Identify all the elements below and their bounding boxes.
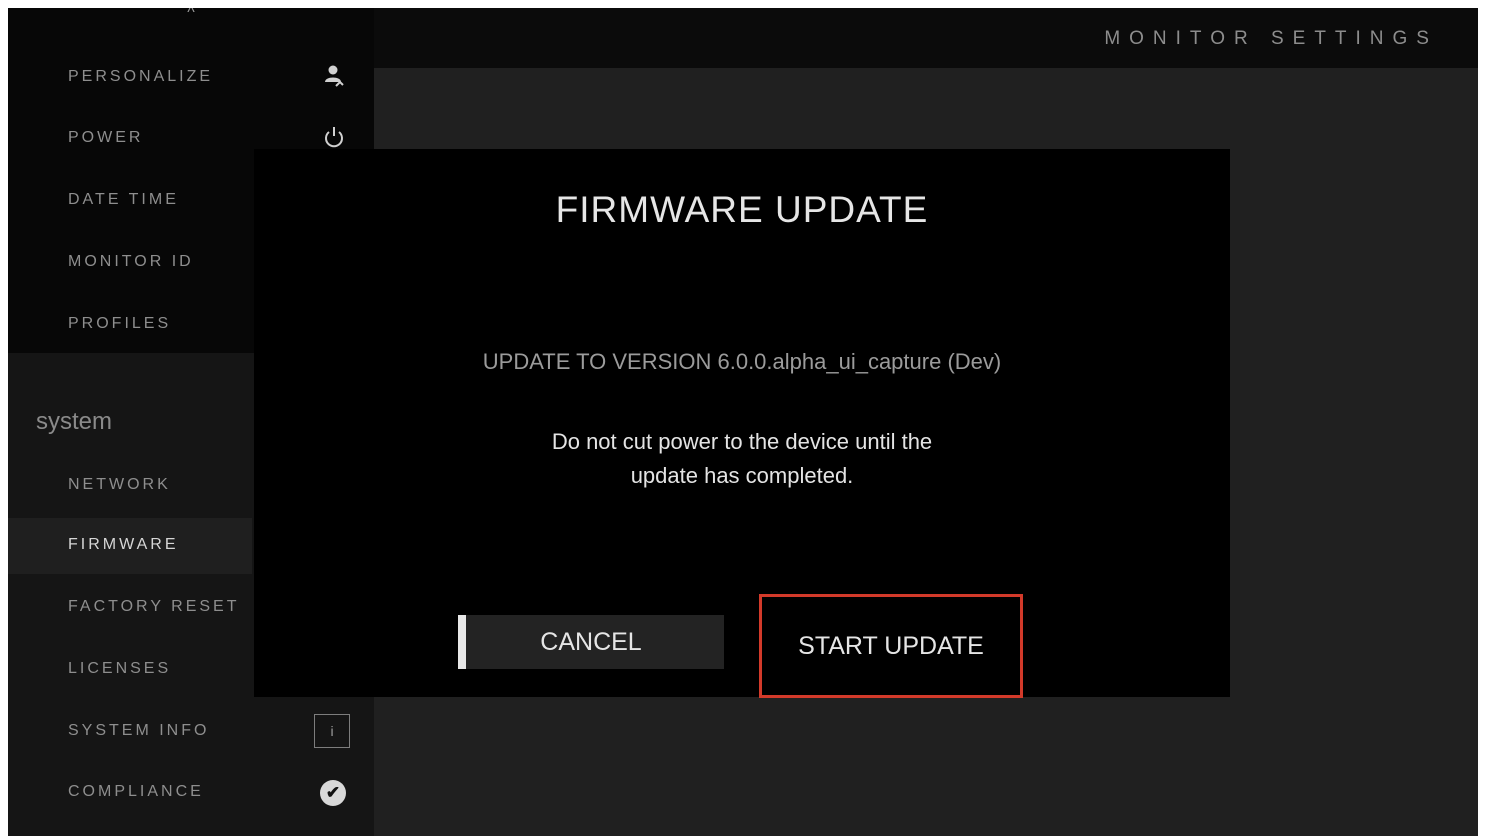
sidebar-item-label: POWER (68, 129, 144, 146)
check-icon: ✔ (320, 780, 346, 806)
start-update-button-label: START UPDATE (798, 631, 984, 660)
page-title: MONITOR SETTINGS (1104, 28, 1438, 49)
section-label-system: system (36, 408, 113, 435)
cancel-button[interactable]: CANCEL (458, 615, 724, 669)
power-warning-text: Do not cut power to the device until the… (492, 425, 992, 493)
sidebar-item-label: PERSONALIZE (68, 68, 214, 85)
cancel-button-label: CANCEL (540, 627, 642, 656)
sidebar-item-label: PROFILES (68, 315, 172, 332)
monitor-settings-screen: MONITOR SETTINGS ^ PERSONALIZE POWER DAT… (8, 8, 1478, 836)
sidebar-item-label: DATE TIME (68, 191, 179, 208)
sidebar-item-label: MONITOR ID (68, 253, 194, 270)
person-icon (320, 64, 348, 92)
sidebar-item-label: FACTORY RESET (68, 598, 240, 615)
focus-indicator (458, 615, 466, 669)
sidebar-item-label: SYSTEM INFO (68, 722, 210, 739)
start-update-button[interactable]: START UPDATE (759, 594, 1023, 698)
sidebar-item-label: COMPLIANCE (68, 783, 204, 800)
sidebar-item-firmware[interactable]: FIRMWARE (8, 518, 252, 574)
warning-line-2: update has completed. (630, 463, 854, 488)
sidebar-item-personalize[interactable]: PERSONALIZE (8, 50, 374, 106)
version-text: UPDATE TO VERSION 6.0.0.alpha_ui_capture… (482, 349, 1002, 374)
firmware-update-dialog: FIRMWARE UPDATE UPDATE TO VERSION 6.0.0.… (254, 149, 1230, 698)
warning-line-1: Do not cut power to the device until the (551, 429, 933, 454)
dialog-title: FIRMWARE UPDATE (555, 189, 929, 230)
top-bar: MONITOR SETTINGS (374, 8, 1478, 68)
sidebar-item-label: FIRMWARE (68, 536, 179, 553)
info-icon: i (314, 714, 350, 748)
scroll-up-icon[interactable]: ^ (180, 8, 202, 24)
sidebar-item-label: LICENSES (68, 660, 172, 677)
sidebar-item-label: NETWORK (68, 476, 171, 493)
